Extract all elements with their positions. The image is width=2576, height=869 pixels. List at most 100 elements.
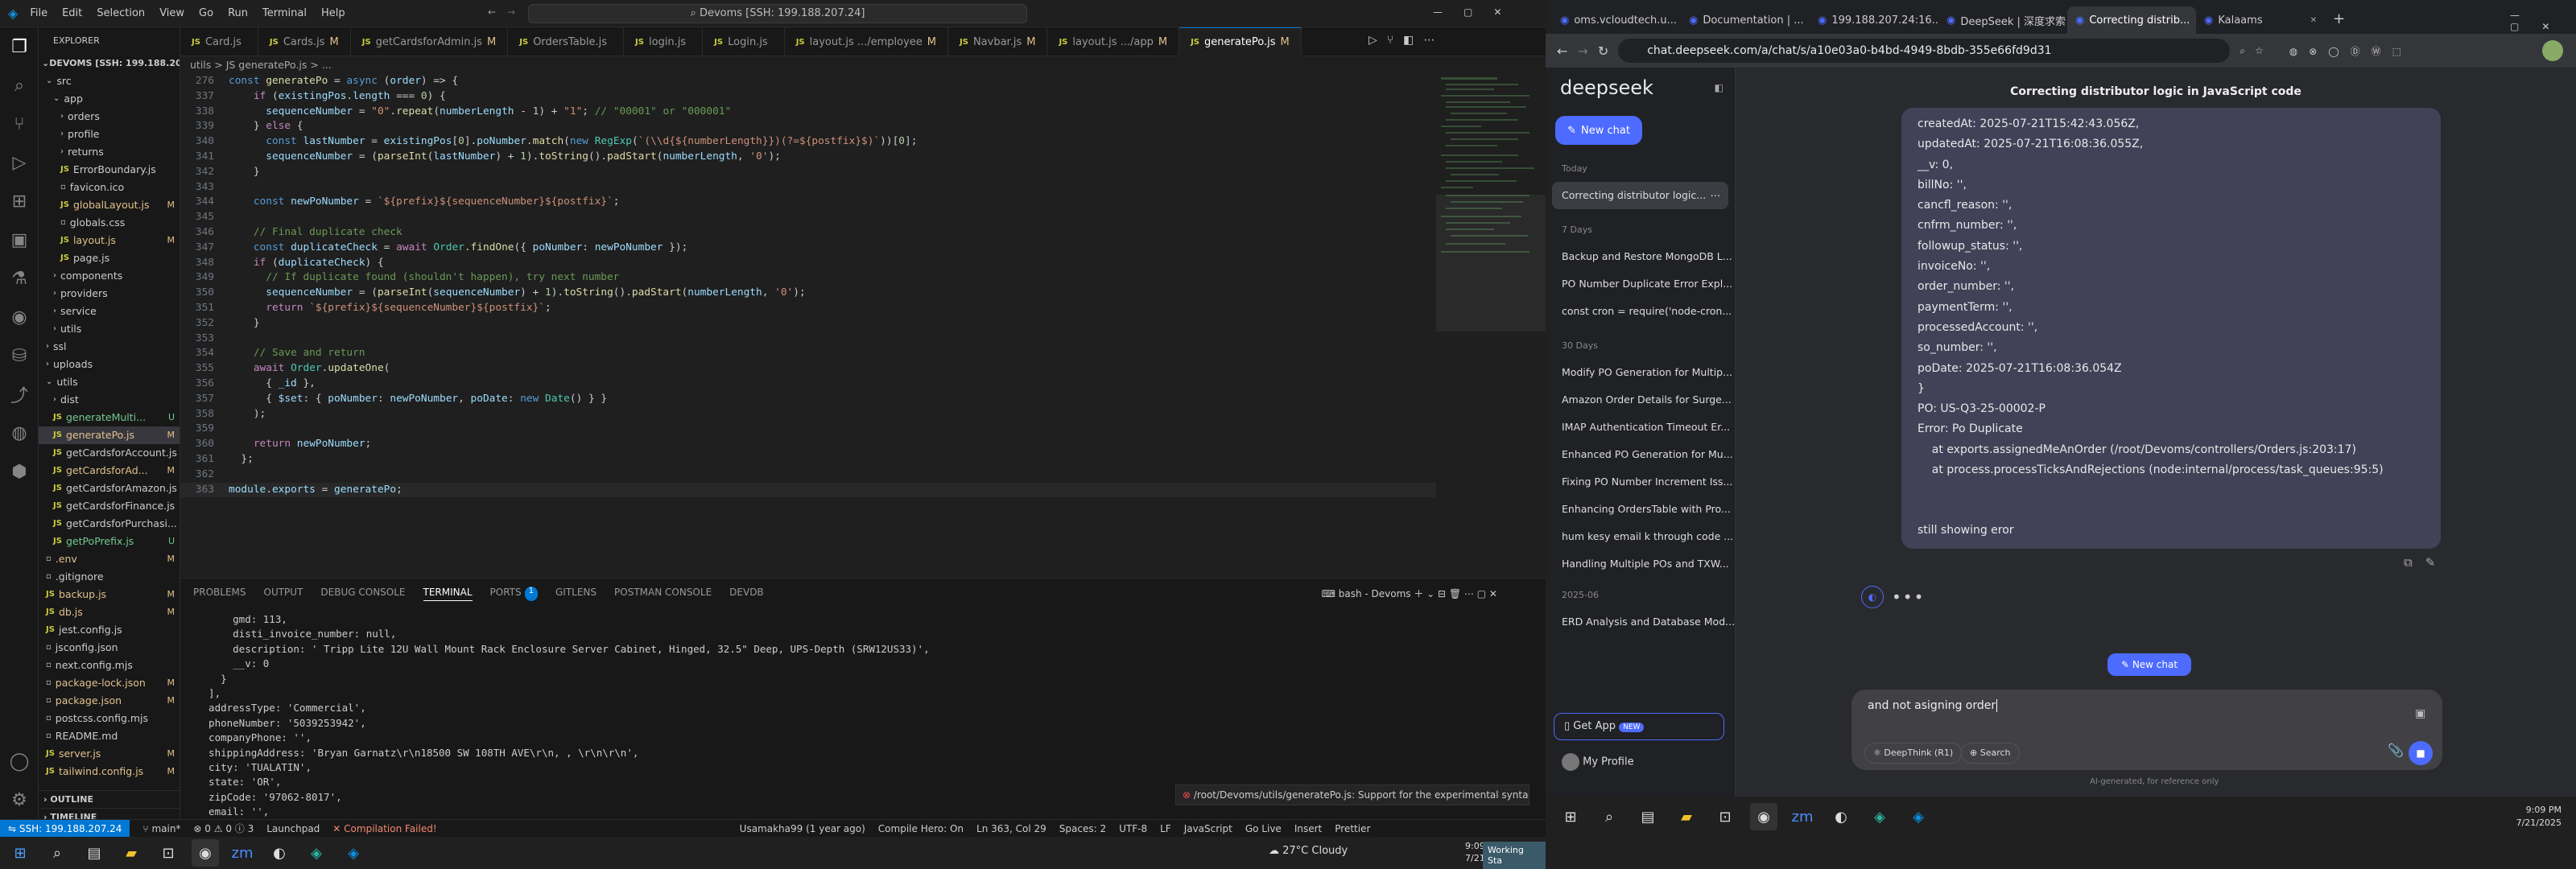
editor-tab[interactable]: JS Cards.js M [258, 27, 351, 56]
chrome-icon-right[interactable]: ◉ [1750, 803, 1777, 830]
tree-item[interactable]: › ssl [39, 338, 180, 356]
account-icon[interactable]: ◯ [0, 742, 39, 780]
search-icon[interactable]: ⌕ [0, 66, 39, 105]
remote-explorer-icon[interactable]: ▣ [0, 220, 39, 259]
panel-tab[interactable]: PROBLEMS [193, 587, 246, 601]
forward-arrow-icon[interactable]: → [507, 6, 515, 18]
app-icon[interactable]: ◐ [266, 839, 293, 867]
zoom-lens-icon[interactable]: ⌕ [2240, 45, 2245, 57]
deepthink-button[interactable]: ⚛ DeepThink (R1) [1864, 743, 1963, 764]
chat-item-active[interactable]: Correcting distributor logic... ⋯ [1552, 182, 1728, 209]
menu-edit[interactable]: Edit [56, 4, 88, 23]
postman-icon[interactable]: ◍ [0, 414, 39, 452]
profile-avatar[interactable] [2542, 40, 2563, 61]
chat-input-box[interactable]: and not asigning order ⚛ DeepThink (R1) … [1852, 690, 2442, 770]
tree-item[interactable]: JS page.js [39, 249, 180, 267]
panel-tab[interactable]: DEBUG CONSOLE [320, 587, 405, 601]
browser-tab[interactable]: ◉ Kalaams ✕ [2196, 6, 2325, 34]
tree-item[interactable]: JS jest.config.js [39, 621, 180, 639]
panel-tab[interactable]: GITLENS [555, 587, 597, 601]
menu-go[interactable]: Go [193, 4, 219, 23]
browser-forward-icon[interactable]: → [1577, 43, 1587, 59]
launchpad-status[interactable]: Launchpad [266, 823, 320, 834]
command-center[interactable]: ⌕ Devoms [SSH: 199.188.207.24] [528, 4, 1027, 23]
testing-icon[interactable]: ⚗ [0, 259, 39, 298]
tree-item[interactable]: › components [39, 267, 180, 285]
panel-tab[interactable]: TERMINAL [423, 587, 473, 601]
minimap[interactable] [1436, 74, 1546, 573]
tree-item[interactable]: ▫ next.config.mjs [39, 657, 180, 674]
panel-tab[interactable]: DEVDB [729, 587, 764, 601]
browser-tab[interactable]: ◉oms.vcloudtech.u...✕ [1552, 6, 1681, 34]
get-app-button[interactable]: ▯ Get App NEW [1554, 713, 1724, 740]
indentation-status[interactable]: Spaces: 2 [1059, 823, 1106, 834]
chrome-icon[interactable]: ◉ [192, 839, 219, 867]
back-arrow-icon[interactable]: ← [488, 6, 496, 18]
chat-history-item[interactable]: Amazon Order Details for Surge... [1546, 386, 1735, 414]
editor-tab[interactable]: JS login.js [624, 27, 704, 56]
tree-item[interactable]: › profile [39, 126, 180, 143]
timeline-section[interactable]: › TIMELINE [39, 808, 180, 819]
browser-reload-icon[interactable]: ↻ [1598, 43, 1608, 59]
chat-history-item[interactable]: hum kesy email k through code ... [1546, 523, 1735, 550]
windows-start-icon-right[interactable]: ⊞ [1557, 803, 1584, 830]
more-icon[interactable]: ⋯ [1711, 182, 1721, 209]
tree-item[interactable]: ▫ favicon.ico [39, 179, 180, 196]
vscode-insiders-icon-right[interactable]: ◈ [1866, 803, 1893, 830]
browser-window-controls[interactable]: —▢✕ [2510, 10, 2576, 32]
encoding-status[interactable]: UTF-8 [1119, 823, 1147, 834]
menu-run[interactable]: Run [222, 4, 254, 23]
language-status[interactable]: JavaScript [1184, 823, 1232, 834]
vscode-insiders-icon[interactable]: ◈ [303, 839, 330, 867]
message-actions[interactable]: ⧉✎ [2404, 555, 2448, 570]
editor-tab[interactable]: JS layout.js .../employee M [785, 27, 949, 56]
menu-help[interactable]: Help [316, 4, 351, 23]
editor-tab[interactable]: JS OrdersTable.js [508, 27, 625, 56]
blame-status[interactable]: Usamakha99 (1 year ago) [740, 823, 865, 834]
attach-icon[interactable]: 📎 [2388, 743, 2404, 758]
editor-tab[interactable]: JS Card.js [180, 27, 258, 56]
search-button[interactable]: ⊕ Search [1961, 743, 2020, 764]
tree-item[interactable]: JS backup.js M [39, 586, 180, 603]
workspace-root[interactable]: ⌄ DEVOMS [SSH: 199.188.20... [39, 55, 180, 72]
tree-item[interactable]: JS generatePo.js M [39, 426, 180, 444]
compile-status[interactable]: ✕ Compilation Failed! [332, 823, 436, 834]
chat-history-item[interactable]: ERD Analysis and Database Mod... [1546, 608, 1735, 636]
chat-history-item[interactable]: Enhanced PO Generation for Mu... [1546, 441, 1735, 468]
task-view-icon-right[interactable]: ▤ [1634, 803, 1662, 830]
tree-item[interactable]: › uploads [39, 356, 180, 373]
chat-history-item[interactable]: IMAP Authentication Timeout Er... [1546, 414, 1735, 441]
vscode-icon-right[interactable]: ◈ [1905, 803, 1932, 830]
menu-terminal[interactable]: Terminal [257, 4, 312, 23]
problems-status[interactable]: ⊗ 0 ⚠ 0 ⓘ 3 [193, 822, 254, 835]
store-icon-right[interactable]: ⊡ [1711, 803, 1739, 830]
editor-actions[interactable]: ▷⑂◧⋯ [1368, 34, 1444, 47]
tree-item[interactable]: JS getCardsforFinance.js [39, 497, 180, 515]
extensions-row[interactable]: ◍⊗◯ⒹⓌ⬚ [2289, 44, 2413, 58]
tree-item[interactable]: JS getCardsforAccount.js [39, 444, 180, 462]
collapse-sidebar-icon[interactable]: ◧ [1715, 82, 1724, 93]
browser-back-icon[interactable]: ← [1557, 43, 1567, 59]
chat-history-item[interactable]: const cron = require('node-cron... [1546, 298, 1735, 325]
tree-item[interactable]: ⌄ app [39, 90, 180, 108]
explorer-icon[interactable]: ❐ [0, 27, 39, 66]
tree-item[interactable]: JS db.js M [39, 603, 180, 621]
panel-tab[interactable]: OUTPUT [264, 587, 303, 601]
chat-history-item[interactable]: Enhancing OrdersTable with Pro... [1546, 496, 1735, 523]
store-icon[interactable]: ⊡ [155, 839, 182, 867]
code-editor[interactable]: 276 const generatePo = async (order) => {… [180, 74, 1436, 573]
tree-item[interactable]: ▫ postcss.config.mjs [39, 710, 180, 727]
chat-history-item[interactable]: PO Number Duplicate Error Expl... [1546, 270, 1735, 298]
right-clock[interactable]: 9:09 PM 7/21/2025 [2516, 804, 2562, 830]
chat-input-text[interactable]: and not asigning order [1868, 699, 1998, 712]
tree-item[interactable]: JS ErrorBoundary.js [39, 161, 180, 179]
eol-status[interactable]: LF [1160, 823, 1171, 834]
error-notification[interactable]: ⊗ /root/Devoms/utils/generatePo.js: Supp… [1175, 785, 1530, 805]
tree-item[interactable]: › utils [39, 320, 180, 338]
tree-item[interactable]: › service [39, 303, 180, 320]
chat-history-item[interactable]: Handling Multiple POs and TXW... [1546, 550, 1735, 578]
browser-tab[interactable]: ◉Correcting distrib...✕ [2067, 6, 2196, 34]
prettier-status[interactable]: Prettier [1335, 823, 1370, 834]
tree-item[interactable]: ⌄ utils [39, 373, 180, 391]
image-upload-icon[interactable]: ▣ [2415, 707, 2425, 720]
